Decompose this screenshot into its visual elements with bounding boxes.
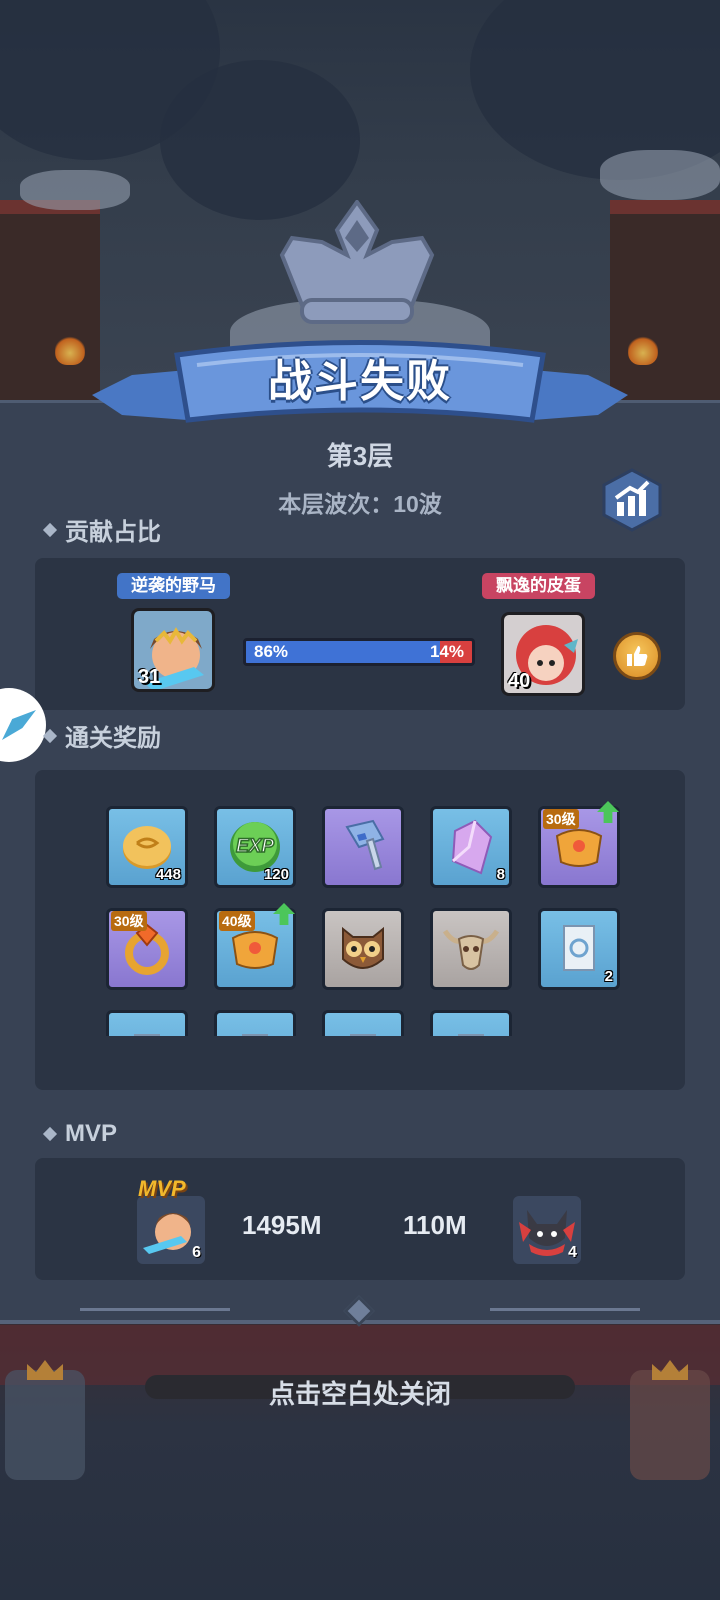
- reward-count: 120: [263, 866, 289, 883]
- mvp-right-count: 4: [568, 1244, 577, 1261]
- stats-chart-button[interactable]: [600, 468, 664, 532]
- mvp-left-hero[interactable]: 6: [137, 1196, 205, 1264]
- scroll-icon: [242, 1034, 268, 1036]
- right-player-avatar[interactable]: 40: [501, 612, 585, 696]
- reward-item[interactable]: [214, 1010, 296, 1036]
- mvp-right-damage: 110M: [403, 1210, 467, 1240]
- reward-level-tag: 30级: [543, 809, 579, 829]
- scroll-icon: [458, 1034, 484, 1036]
- left-percent: 86%: [254, 642, 289, 661]
- reward-item[interactable]: 2: [538, 908, 620, 990]
- reward-item[interactable]: 448: [106, 806, 188, 888]
- result-title: 战斗失败: [268, 357, 452, 406]
- wing-icon: [2, 710, 36, 740]
- svg-text:EXP: EXP: [236, 836, 274, 857]
- left-player-name: 逆袭的野马: [117, 573, 230, 599]
- owl-mask-icon: [342, 926, 384, 969]
- reward-item[interactable]: [106, 1010, 188, 1036]
- left-player-level: 31: [138, 666, 161, 688]
- crown-icon: [279, 200, 435, 324]
- reward-item[interactable]: EXP 120: [214, 806, 296, 888]
- mvp-right-hero[interactable]: 4: [513, 1196, 581, 1264]
- mvp-box: [35, 1158, 685, 1280]
- background-scene-bottom: [0, 1310, 720, 1600]
- left-player-avatar[interactable]: 31: [131, 608, 215, 692]
- thumbs-up-icon: [627, 646, 648, 666]
- mvp-badge: MVP: [138, 1176, 186, 1201]
- reward-item[interactable]: [430, 908, 512, 990]
- reward-level-tag: 40级: [219, 911, 255, 931]
- armor-icon: [231, 931, 279, 969]
- reward-item[interactable]: 8: [430, 806, 512, 888]
- bull-skull-icon: [442, 929, 500, 970]
- reward-item[interactable]: [322, 1010, 404, 1036]
- reward-item[interactable]: 40级: [214, 903, 296, 990]
- reward-item[interactable]: [322, 908, 404, 990]
- scroll-icon: [563, 925, 595, 971]
- panel-divider: [0, 1295, 720, 1327]
- rewards-overflow-row: [35, 990, 685, 1036]
- reward-count: 2: [604, 968, 613, 985]
- scroll-icon: [134, 1034, 160, 1036]
- right-player-level: 40: [508, 670, 531, 692]
- hammer-icon: [345, 819, 385, 871]
- reward-item[interactable]: 30级: [538, 801, 620, 888]
- reward-item[interactable]: [430, 1010, 512, 1036]
- reward-item[interactable]: [322, 806, 404, 888]
- reward-item[interactable]: 30级: [106, 908, 188, 990]
- mvp-section-title: MVP: [42, 1120, 117, 1148]
- rewards-section-title: 通关奖励: [42, 718, 161, 753]
- like-button[interactable]: [613, 632, 661, 680]
- reward-count: 8: [496, 866, 505, 883]
- armor-icon: [555, 829, 603, 867]
- close-hint[interactable]: 点击空白处关闭: [0, 1374, 720, 1411]
- crystal-icon: [451, 819, 493, 875]
- reward-count: 448: [155, 866, 181, 883]
- scroll-icon: [350, 1034, 376, 1036]
- mvp-left-count: 6: [192, 1244, 201, 1261]
- right-percent: 14%: [429, 642, 464, 661]
- mvp-left-damage: 1495M: [242, 1210, 322, 1240]
- reward-level-tag: 30级: [111, 911, 147, 931]
- right-player-name: 飘逸的皮蛋: [482, 573, 595, 599]
- contribution-bar: 86% 14%: [243, 638, 475, 666]
- contribution-section-title: 贡献占比: [42, 512, 161, 547]
